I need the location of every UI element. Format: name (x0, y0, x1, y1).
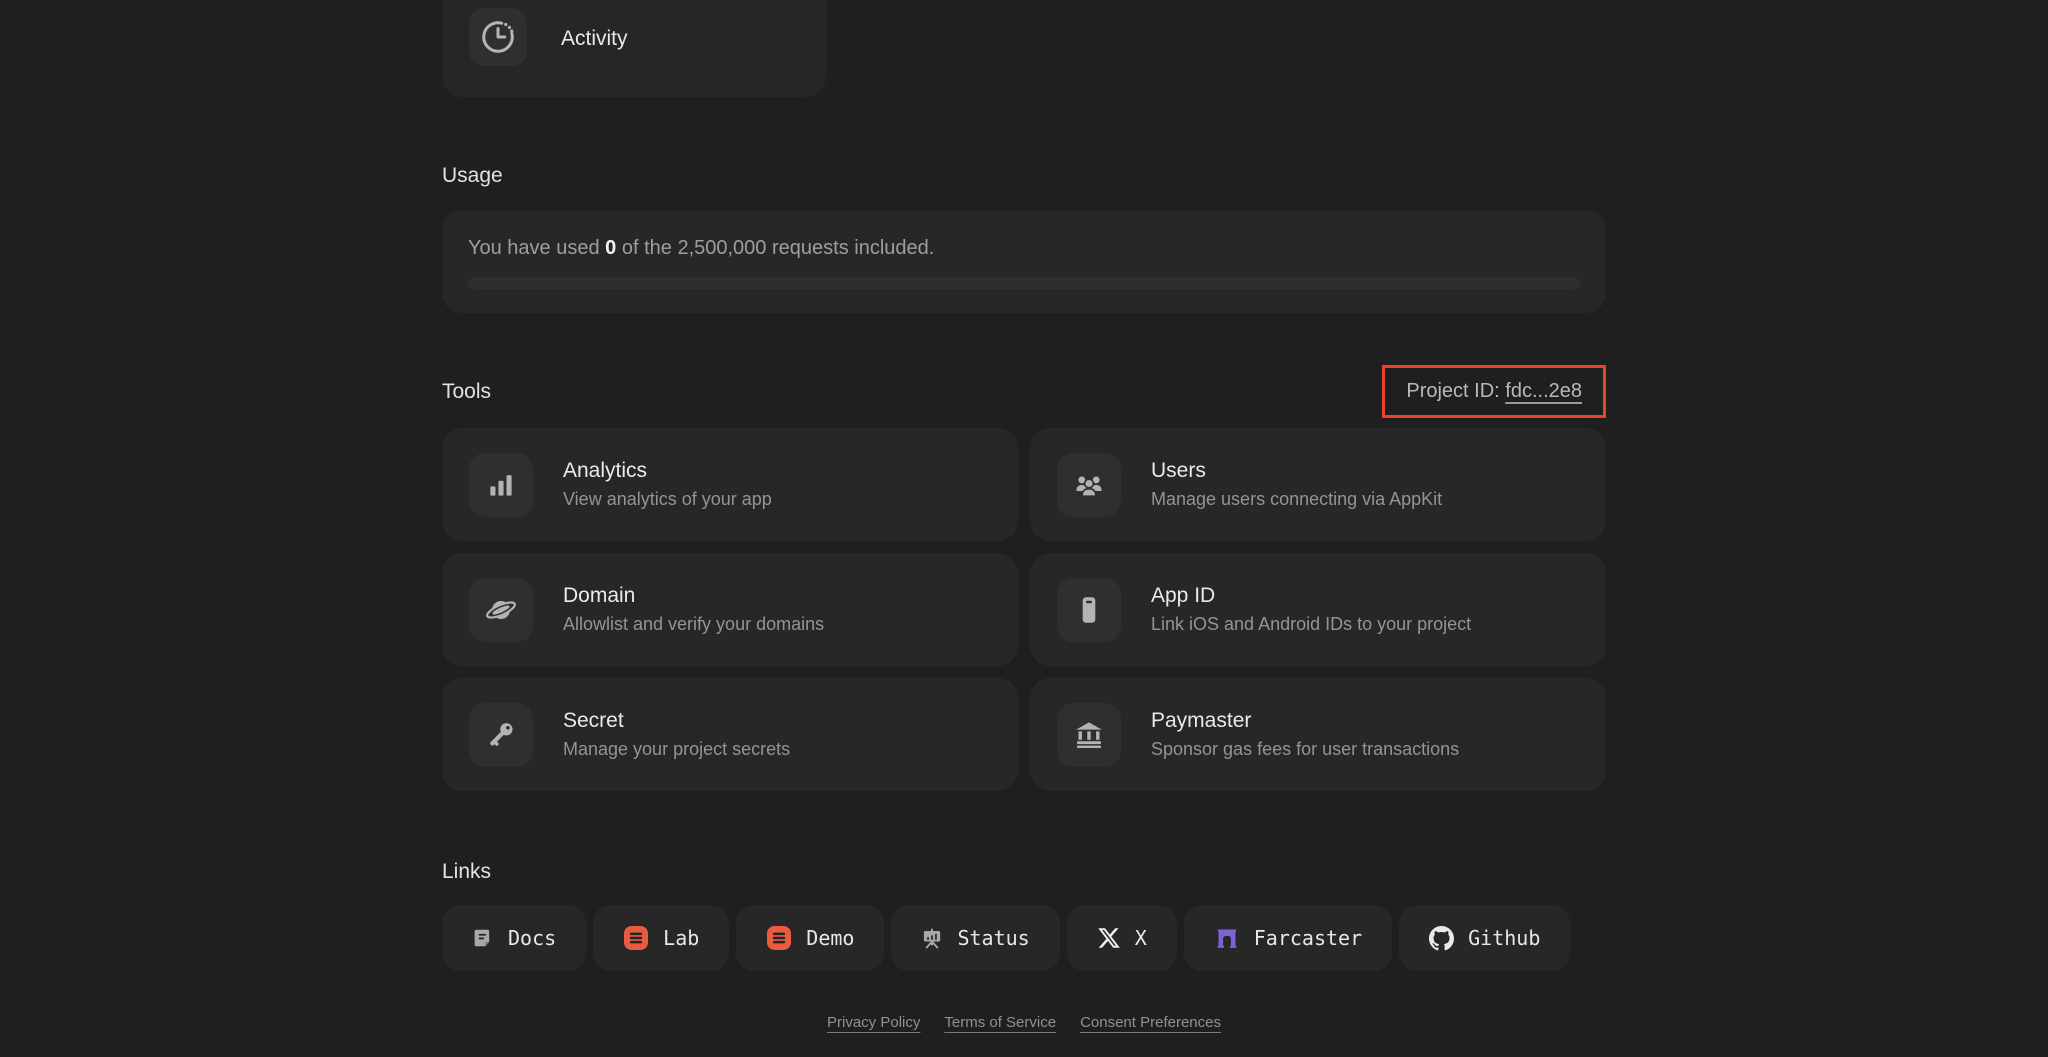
tool-card-text: App ID Link iOS and Android IDs to your … (1151, 583, 1471, 636)
link-button-label: X (1134, 926, 1147, 950)
link-button-label: Status (957, 926, 1030, 950)
usage-text: You have used 0 of the 2,500,000 request… (468, 236, 1580, 260)
tool-description: Manage users connecting via AppKit (1151, 489, 1443, 509)
tools-grid: Analytics View analytics of your app Use… (442, 428, 1606, 791)
activity-icon-tile (469, 8, 527, 66)
project-id-label: Project ID: (1406, 380, 1506, 402)
tool-card-text: Users Manage users connecting via AppKit (1151, 458, 1442, 511)
link-button-label: Docs (508, 926, 557, 950)
link-button-label: Lab (663, 926, 700, 950)
docs-icon (474, 929, 490, 947)
docs-link-button[interactable]: Docs (442, 905, 587, 971)
tool-description: Link iOS and Android IDs to your project (1151, 614, 1472, 634)
tools-section-heading: Tools (442, 379, 492, 403)
usage-used-count: 0 (605, 237, 617, 259)
key-icon (490, 722, 513, 746)
activity-card-label: Activity (561, 27, 628, 50)
bar-chart-icon (490, 474, 512, 496)
analytics-icon-tile (469, 452, 533, 517)
usage-card: You have used 0 of the 2,500,000 request… (442, 210, 1606, 313)
tool-card-users[interactable]: Users Manage users connecting via AppKit (1030, 428, 1606, 541)
demo-link-button[interactable]: Demo (736, 905, 885, 971)
privacy-policy-link[interactable]: Privacy Policy (827, 1014, 920, 1031)
tool-card-secret[interactable]: Secret Manage your project secrets (442, 678, 1018, 791)
tool-card-text: Paymaster Sponsor gas fees for user tran… (1151, 708, 1459, 761)
tool-card-app-id[interactable]: App ID Link iOS and Android IDs to your … (1030, 553, 1606, 666)
farcaster-icon (1217, 929, 1237, 948)
status-link-button[interactable]: Status (891, 905, 1060, 971)
tool-card-paymaster[interactable]: Paymaster Sponsor gas fees for user tran… (1030, 678, 1606, 791)
clock-history-icon (482, 21, 514, 53)
tool-title: Paymaster (1151, 709, 1252, 732)
x-logo-icon (1097, 928, 1120, 948)
bank-icon (1076, 721, 1102, 748)
github-link-button[interactable]: Github (1399, 905, 1571, 971)
link-button-label: Github (1468, 926, 1541, 950)
tool-title: Secret (563, 709, 624, 732)
tool-card-domain[interactable]: Domain Allowlist and verify your domains (442, 553, 1018, 666)
activity-card[interactable]: Activity (442, 0, 826, 97)
demo-icon (767, 926, 792, 950)
usage-text-suffix: of the 2,500,000 requests included. (616, 237, 935, 259)
dashboard-content: Activity Usage You have used 0 of the 2,… (442, 0, 1606, 1031)
project-id-value[interactable]: fdc...2e8 (1505, 380, 1582, 403)
tool-description: View analytics of your app (563, 489, 772, 509)
tool-title: Users (1151, 459, 1206, 482)
tool-card-text: Secret Manage your project secrets (563, 708, 790, 761)
tool-description: Manage your project secrets (563, 739, 791, 759)
tools-header: Tools Project ID: fdc...2e8 (442, 365, 1606, 418)
usage-section-heading: Usage (442, 164, 503, 187)
project-id-highlight[interactable]: Project ID: fdc...2e8 (1382, 365, 1606, 418)
github-icon (1429, 925, 1455, 950)
tool-title: Analytics (563, 459, 648, 482)
link-button-label: Demo (806, 926, 855, 950)
links-row: Docs Lab Demo Status X Farcaster Github (442, 905, 1606, 971)
tool-title: Domain (563, 584, 636, 607)
tool-card-analytics[interactable]: Analytics View analytics of your app (442, 428, 1018, 541)
smartphone-icon (1082, 596, 1096, 623)
terms-of-service-link[interactable]: Terms of Service (944, 1014, 1056, 1031)
usage-text-prefix: You have used (468, 237, 606, 259)
lab-icon (624, 926, 649, 950)
footer-links: Privacy Policy Terms of Service Consent … (442, 1014, 1606, 1031)
app-id-icon-tile (1057, 577, 1121, 642)
status-icon (924, 928, 941, 949)
tool-description: Sponsor gas fees for user transactions (1151, 739, 1460, 759)
links-section-heading: Links (442, 860, 492, 883)
tool-title: App ID (1151, 584, 1216, 607)
planet-icon (486, 600, 516, 619)
consent-preferences-link[interactable]: Consent Preferences (1080, 1014, 1221, 1031)
tool-description: Allowlist and verify your domains (563, 614, 825, 634)
link-button-label: Farcaster (1253, 926, 1363, 950)
x-link-button[interactable]: X (1066, 905, 1177, 971)
paymaster-icon-tile (1057, 702, 1121, 767)
lab-link-button[interactable]: Lab (593, 905, 730, 971)
domain-icon-tile (469, 577, 533, 642)
usage-progress-bar (468, 277, 1580, 289)
users-icon-tile (1057, 452, 1121, 517)
tool-card-text: Analytics View analytics of your app (563, 458, 772, 511)
users-icon (1076, 475, 1102, 497)
secret-icon-tile (469, 702, 533, 767)
tool-card-text: Domain Allowlist and verify your domains (563, 583, 824, 636)
farcaster-link-button[interactable]: Farcaster (1183, 905, 1393, 971)
